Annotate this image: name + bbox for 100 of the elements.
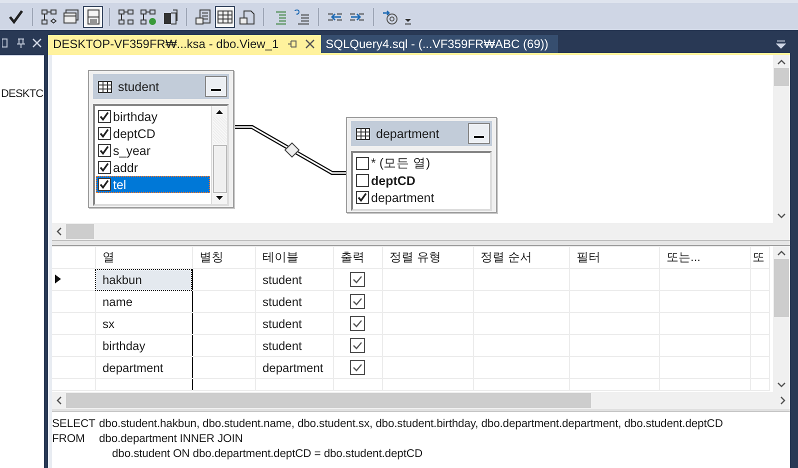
column-header[interactable]: 또는... — [659, 246, 750, 268]
scroll-thumb[interactable] — [66, 224, 94, 239]
document-tab[interactable]: SQLQuery4.sql - (...VF359FR₩ABC (69)) — [320, 35, 558, 53]
table-cell[interactable]: student — [255, 334, 333, 356]
scroll-thumb[interactable] — [774, 259, 789, 317]
diagram-icon — [41, 8, 57, 24]
diagram-icon — [118, 8, 134, 24]
checkbox[interactable] — [98, 161, 111, 174]
diagram-check-icon — [140, 8, 156, 24]
scrollbar[interactable] — [773, 246, 790, 392]
column-header[interactable]: 출력 — [333, 246, 382, 268]
table-cell[interactable]: student — [255, 268, 333, 290]
table-cell[interactable]: hakbun — [95, 268, 192, 290]
checkbox[interactable] — [98, 144, 111, 157]
column-header[interactable]: 또 — [750, 246, 769, 268]
scroll-down-icon — [215, 195, 224, 201]
table-icon — [356, 128, 370, 140]
help-list-icon — [294, 8, 310, 24]
minimize-icon — [211, 88, 221, 92]
scrollbar[interactable] — [52, 223, 790, 240]
table-icon — [217, 8, 233, 24]
column-name: birthday — [113, 110, 158, 124]
server-icon — [162, 8, 178, 24]
column-header[interactable]: 정렬 유형 — [382, 246, 473, 268]
scrollbar[interactable] — [773, 55, 790, 223]
caret-icon — [776, 40, 786, 48]
sql-text: dbo.student.hakbun, dbo.student.name, dbo.student.sx, dbo.student.birthday, dbo.department.department, dbo.student.deptCD — [99, 417, 723, 432]
checkbox[interactable] — [356, 174, 369, 187]
scroll-left-icon — [56, 396, 62, 405]
scroll-thumb[interactable] — [66, 393, 591, 408]
tab-label: DESKTOP-VF359FR₩...ksa - dbo.View_1 — [53, 37, 279, 51]
sql-text: dbo.student ON dbo.department.deptCD = dbo.student.deptCD — [112, 447, 423, 462]
toolbar-button[interactable] — [83, 6, 103, 28]
column-name: department — [371, 190, 434, 204]
column-row[interactable]: tel — [96, 176, 210, 193]
column-name: deptCD — [371, 174, 416, 188]
sql-text: dbo.department INNER JOIN — [99, 432, 243, 447]
page-icon — [239, 8, 255, 24]
scroll-thumb[interactable] — [774, 68, 789, 86]
column-header[interactable]: 테이블 — [255, 246, 333, 268]
scrollbar[interactable] — [211, 106, 227, 204]
table-cell[interactable]: sx — [95, 312, 192, 334]
close-icon — [304, 39, 315, 49]
sql-keyword: FROM — [52, 432, 86, 447]
check-icon — [8, 8, 24, 24]
column-name: addr — [113, 160, 138, 174]
minimize-button[interactable] — [468, 123, 490, 144]
checkbox[interactable] — [98, 178, 111, 191]
column-name: tel — [113, 178, 126, 192]
column-row[interactable]: birthday — [96, 108, 210, 125]
column-row[interactable]: s_year — [96, 142, 210, 159]
window-icon — [63, 8, 79, 24]
scroll-up-icon — [777, 250, 786, 256]
column-name: deptCD — [113, 126, 156, 140]
toolbar-button[interactable] — [215, 6, 235, 28]
caret-icon — [404, 16, 412, 24]
table-cell[interactable]: department — [255, 356, 333, 378]
scroll-thumb[interactable] — [212, 145, 226, 193]
column-header[interactable]: 정렬 순서 — [473, 246, 569, 268]
table-title: student — [118, 80, 160, 94]
minimize-button[interactable] — [205, 76, 227, 97]
table-icon — [98, 80, 112, 92]
checkbox[interactable] — [356, 157, 369, 170]
column-header[interactable]: 필터 — [569, 246, 659, 268]
column-row[interactable]: department — [354, 189, 489, 206]
checkbox[interactable] — [350, 338, 365, 353]
checkbox[interactable] — [98, 110, 111, 123]
column-header[interactable]: 열 — [95, 246, 192, 268]
document-icon — [195, 8, 211, 24]
table-title: department — [376, 126, 440, 140]
table-cell[interactable]: department — [95, 356, 192, 378]
document-tab[interactable]: DESKTOP-VF359FR₩...ksa - dbo.View_1 — [48, 35, 321, 53]
form-icon — [85, 8, 101, 24]
table-box[interactable]: department * (모든 열) deptCD department — [346, 117, 497, 213]
checkbox[interactable] — [350, 294, 365, 309]
checkbox[interactable] — [98, 127, 111, 140]
table-cell[interactable]: student — [255, 290, 333, 312]
scroll-up-icon — [777, 59, 786, 65]
tab-label: SQLQuery4.sql - (...VF359FR₩ABC (69)) — [326, 37, 548, 51]
table-cell[interactable]: birthday — [95, 334, 192, 356]
column-row[interactable]: addr — [96, 159, 210, 176]
table-cell[interactable]: student — [255, 312, 333, 334]
table-cell[interactable]: name — [95, 290, 192, 312]
column-header[interactable]: 별칭 — [192, 246, 255, 268]
checkbox[interactable] — [350, 272, 365, 287]
scroll-right-icon — [780, 396, 786, 405]
scrollbar[interactable] — [52, 392, 790, 409]
tree-item[interactable]: DESKTC — [0, 88, 44, 100]
scroll-left-icon — [56, 227, 62, 236]
minimize-icon — [474, 135, 484, 139]
scroll-down-icon — [777, 213, 786, 219]
checkbox[interactable] — [356, 191, 369, 204]
column-row[interactable]: deptCD — [96, 125, 210, 142]
checkbox[interactable] — [350, 316, 365, 331]
column-row[interactable]: deptCD — [354, 172, 489, 189]
close-icon — [32, 38, 42, 48]
column-row[interactable]: * (모든 열) — [354, 155, 489, 172]
checkbox[interactable] — [350, 360, 365, 375]
scroll-down-icon — [777, 382, 786, 388]
table-box[interactable]: student birthday deptCD s_year addr tel — [88, 70, 234, 208]
